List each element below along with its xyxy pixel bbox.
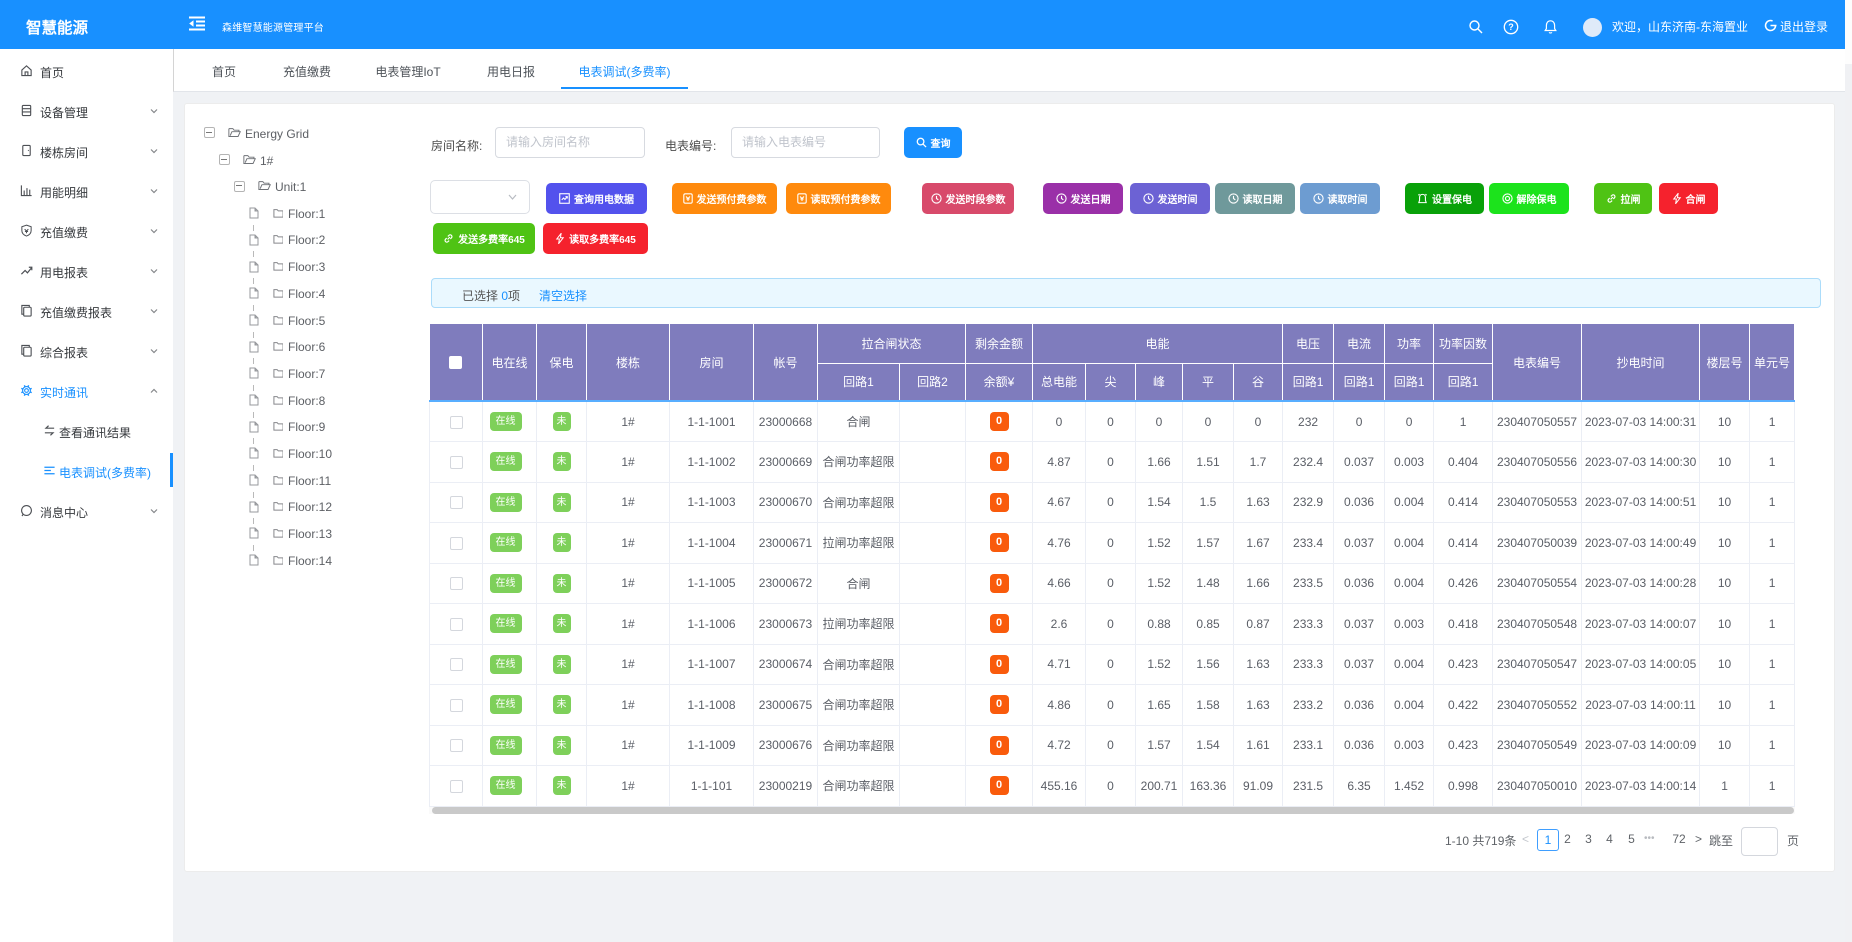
svg-text:?: ? (1508, 22, 1514, 32)
